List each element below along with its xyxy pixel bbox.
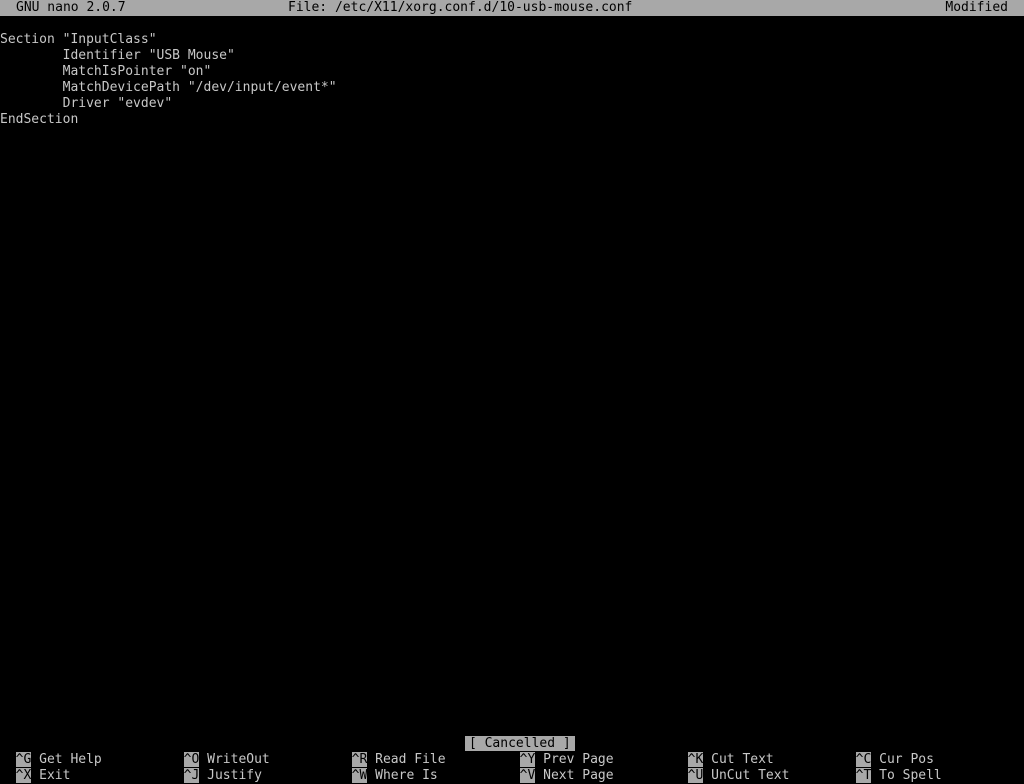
shortcut-label: To Spell	[879, 768, 942, 783]
editor-line[interactable]: Section "InputClass"	[0, 32, 1024, 48]
shortcut-label: Exit	[39, 768, 71, 783]
title-bar: GNU nano 2.0.7 File: /etc/X11/xorg.conf.…	[0, 0, 1024, 16]
editor-text-area[interactable]: Section "InputClass" Identifier "USB Mou…	[0, 32, 1024, 712]
shortcut-read-file[interactable]: ^R Read File	[336, 736, 446, 767]
shortcut-cur-pos[interactable]: ^C Cur Pos	[840, 736, 934, 767]
shortcut-next-page[interactable]: ^V Next Page	[504, 752, 614, 783]
editor-line[interactable]: MatchDevicePath "/dev/input/event*"	[0, 80, 1024, 96]
shortcut-exit[interactable]: ^X Exit	[0, 752, 70, 783]
shortcut-label: Justify	[207, 768, 262, 783]
editor-line[interactable]: Identifier "USB Mouse"	[0, 48, 1024, 64]
shortcut-uncut-text[interactable]: ^U UnCut Text	[672, 752, 789, 783]
shortcut-key: ^X	[15, 768, 32, 783]
shortcut-key: ^V	[519, 768, 536, 783]
shortcut-key: ^W	[351, 768, 368, 783]
shortcut-label: Where Is	[375, 768, 438, 783]
shortcut-get-help[interactable]: ^G Get Help	[0, 736, 102, 767]
shortcut-key: ^J	[183, 768, 200, 783]
shortcut-label: Next Page	[543, 768, 614, 783]
shortcut-key: ^T	[855, 768, 872, 783]
file-name: File: /etc/X11/xorg.conf.d/10-usb-mouse.…	[288, 0, 633, 15]
app-version: GNU nano 2.0.7	[16, 0, 126, 15]
editor-line[interactable]: MatchIsPointer "on"	[0, 64, 1024, 80]
shortcut-where-is[interactable]: ^W Where Is	[336, 752, 438, 783]
shortcut-writeout[interactable]: ^O WriteOut	[168, 736, 270, 767]
editor-line[interactable]: EndSection	[0, 112, 1024, 128]
shortcut-key: ^U	[687, 768, 704, 783]
modified-status: Modified	[945, 0, 1008, 15]
shortcut-cut-text[interactable]: ^K Cut Text	[672, 736, 774, 767]
shortcut-justify[interactable]: ^J Justify	[168, 752, 262, 783]
shortcut-to-spell[interactable]: ^T To Spell	[840, 752, 942, 783]
shortcut-label: UnCut Text	[711, 768, 790, 783]
status-line: [ Cancelled ]	[0, 720, 1024, 751]
shortcut-prev-page[interactable]: ^Y Prev Page	[504, 736, 614, 767]
editor-line[interactable]: Driver "evdev"	[0, 96, 1024, 112]
